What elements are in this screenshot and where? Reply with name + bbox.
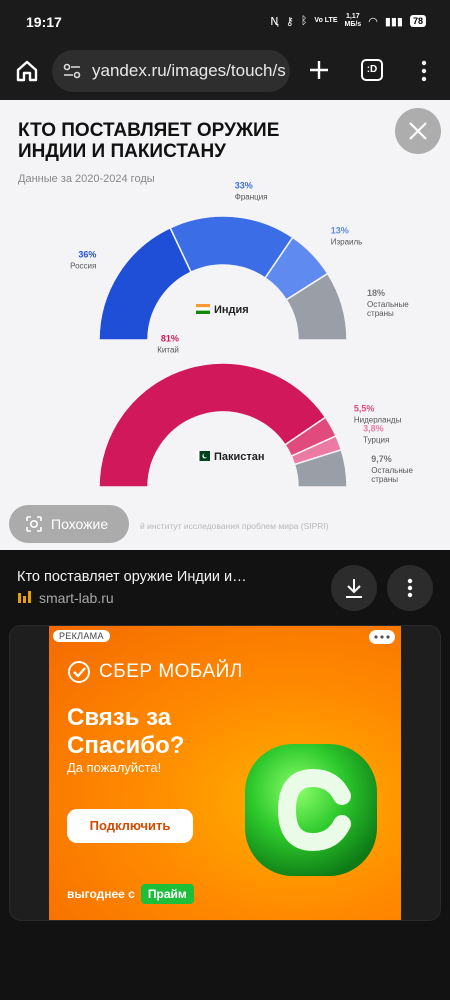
segment-value-label: 13% <box>331 226 349 236</box>
wifi-icon: ◠ <box>368 15 378 28</box>
prime-badge: Прайм <box>140 884 194 904</box>
segment-category-label: Китай <box>157 346 179 355</box>
nfc-icon: Ꞑ <box>270 15 279 28</box>
india-flag-icon <box>196 304 210 308</box>
new-tab-icon[interactable] <box>306 57 332 83</box>
similar-images-label: Похожие <box>51 516 109 532</box>
segment-value-label: 36% <box>78 250 96 260</box>
signal-icon: ▮▮▮ <box>384 15 403 28</box>
battery-indicator: 78 <box>409 15 426 27</box>
net-speed-unit: МБ/s <box>344 21 362 28</box>
result-title[interactable]: Кто поставляет оружие Индии и… <box>17 569 247 585</box>
home-icon[interactable] <box>14 58 40 84</box>
ad-bottom-text: выгоднее с <box>67 887 135 901</box>
segment-category-label: Турция <box>363 436 389 445</box>
download-icon <box>346 579 362 598</box>
site-settings-icon[interactable] <box>62 61 82 81</box>
segment-value-label: 3,8% <box>363 424 384 434</box>
segment-category-label: страны <box>367 309 394 318</box>
volte-label: Vo LTE <box>314 17 338 24</box>
similar-images-button[interactable]: Похожие <box>9 505 129 543</box>
sber-logo-icon <box>68 661 90 683</box>
green-balloon-logo-icon <box>245 744 377 876</box>
ad-banner[interactable]: РЕКЛАМА СБЕР МОБАЙЛ Связь за Спасибо? Да… <box>49 626 401 920</box>
segment-value-label: 18% <box>367 288 385 298</box>
ad-brand: СБЕР МОБАЙЛ <box>67 660 243 684</box>
segment-value-label: 33% <box>235 180 253 190</box>
ad-card[interactable]: РЕКЛАМА СБЕР МОБАЙЛ Связь за Спасибо? Да… <box>9 625 441 921</box>
key-icon: ⚷ <box>285 15 294 28</box>
donut-segment <box>98 362 327 488</box>
result-source[interactable]: smart-lab.ru <box>17 590 114 606</box>
url-text: yandex.ru/images/touch/s <box>92 61 286 80</box>
segment-value-label: 9,7% <box>371 454 392 464</box>
segment-value-label: 5,5% <box>354 404 375 414</box>
status-icons: Ꞑ ⚷ ᛒ Vo LTE 1,17 МБ/s ◠ ▮▮▮ 78 <box>270 13 426 29</box>
segment-value-label: 81% <box>161 334 179 344</box>
pakistan-flag-icon <box>203 453 208 458</box>
source-note: й институт исследования проблем мира (SI… <box>140 521 329 531</box>
india-flag-icon <box>196 310 210 314</box>
segment-category-label: Франция <box>235 192 268 201</box>
net-speed-value: 1,17 <box>346 13 360 20</box>
segment-category-label: Израиль <box>331 238 363 247</box>
address-bar[interactable]: yandex.ru/images/touch/s <box>52 50 290 92</box>
browser-toolbar: yandex.ru/images/touch/s :D <box>0 46 450 100</box>
ad-options-button[interactable] <box>369 630 395 644</box>
segment-category-label: страны <box>371 475 398 484</box>
close-viewer-button[interactable] <box>395 108 441 154</box>
donut-center-label: Индия <box>214 304 249 316</box>
download-button[interactable] <box>331 565 377 611</box>
segment-category-label: Остальные <box>367 300 409 309</box>
ad-subline: Да пожалуйста! <box>67 760 162 775</box>
lens-icon <box>26 516 42 532</box>
donut-center-label: Пакистан <box>214 451 265 463</box>
status-time: 19:17 <box>26 14 62 30</box>
segment-category-label: Россия <box>70 262 96 271</box>
browser-menu-icon[interactable] <box>414 58 434 84</box>
donut-segment <box>98 226 193 341</box>
pakistan-flag-icon <box>196 451 200 461</box>
status-bar: 19:17 Ꞑ ⚷ ᛒ Vo LTE 1,17 МБ/s ◠ ▮▮▮ 78 <box>0 0 450 46</box>
segment-category-label: Остальные <box>371 466 413 475</box>
more-options-button[interactable] <box>387 565 433 611</box>
india-flag-icon <box>196 307 210 311</box>
ad-brand-name: СБЕР МОБАЙЛ <box>99 661 243 682</box>
arms-supply-chart: 36% Россия 33% Франция 13% Израиль 18% Остальны… <box>70 180 414 488</box>
bluetooth-icon: ᛒ <box>300 15 308 27</box>
smart-lab-favicon-icon <box>18 591 31 603</box>
image-viewer[interactable]: КТО ПОСТАВЛЯЕТ ОРУЖИЕ ИНДИИ И ПАКИСТАНУ … <box>0 100 450 550</box>
more-horizontal-icon <box>374 635 390 639</box>
source-name: smart-lab.ru <box>39 590 114 606</box>
more-vertical-icon <box>407 578 413 598</box>
tabs-button[interactable]: :D <box>361 59 383 81</box>
close-icon <box>409 122 427 140</box>
ad-label: РЕКЛАМА <box>53 630 110 642</box>
connect-button[interactable]: Подключить <box>67 809 193 843</box>
net-speed: 1,17 МБ/s <box>345 13 362 29</box>
ad-bottom: выгоднее с Прайм <box>67 884 194 904</box>
